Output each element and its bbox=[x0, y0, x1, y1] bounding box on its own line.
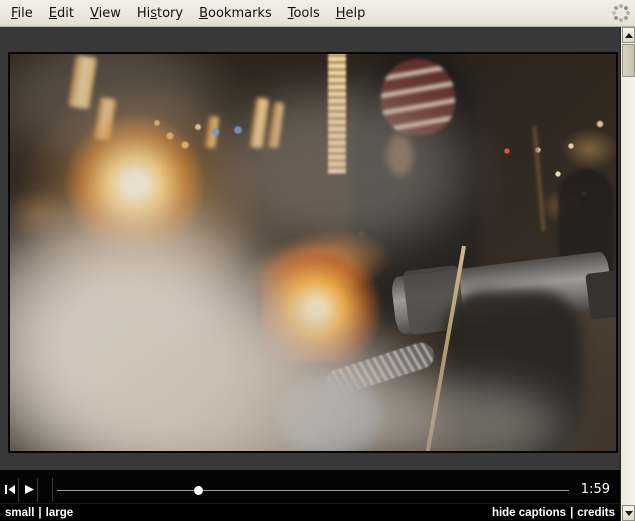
scrollbar-thumb[interactable] bbox=[622, 44, 635, 77]
vertical-scrollbar bbox=[620, 27, 635, 521]
timeline-thumb[interactable] bbox=[194, 486, 203, 495]
caption-bar: small | large hide captions | credits bbox=[0, 503, 620, 521]
skip-back-button[interactable] bbox=[2, 478, 19, 502]
menu-bar: File Edit View History Bookmarks Tools H… bbox=[0, 0, 635, 27]
size-links: small | large bbox=[5, 507, 73, 519]
player-controls: 1:59 bbox=[0, 477, 620, 502]
separator-text: | bbox=[570, 507, 573, 519]
slideshow-photo bbox=[8, 52, 618, 453]
play-button[interactable] bbox=[21, 478, 38, 502]
scroll-down-button[interactable] bbox=[622, 505, 635, 521]
browser-window: File Edit View History Bookmarks Tools H… bbox=[0, 0, 635, 521]
menu-help[interactable]: Help bbox=[328, 2, 374, 25]
timeline-slider[interactable] bbox=[57, 477, 569, 502]
caption-links: hide captions | credits bbox=[492, 507, 615, 519]
time-display: 1:59 bbox=[581, 482, 610, 497]
scroll-up-icon bbox=[625, 33, 633, 38]
menu-history[interactable]: History bbox=[129, 2, 191, 25]
player-control-bar: 1:59 bbox=[0, 470, 620, 503]
menu-tools[interactable]: Tools bbox=[280, 2, 328, 25]
scroll-down-icon bbox=[625, 511, 633, 516]
scroll-up-button[interactable] bbox=[622, 27, 635, 43]
play-icon bbox=[25, 485, 34, 494]
timeline-track[interactable] bbox=[57, 490, 569, 491]
separator-text: | bbox=[38, 507, 41, 519]
hide-captions-link[interactable]: hide captions bbox=[492, 507, 566, 519]
large-link[interactable]: large bbox=[46, 507, 74, 519]
small-link[interactable]: small bbox=[5, 507, 34, 519]
photo-haze-overlay bbox=[10, 54, 616, 451]
menu-bookmarks[interactable]: Bookmarks bbox=[191, 2, 280, 25]
scrollbar-track[interactable] bbox=[622, 43, 635, 505]
menu-file[interactable]: File bbox=[3, 2, 41, 25]
menu-edit[interactable]: Edit bbox=[41, 2, 82, 25]
menu-view[interactable]: View bbox=[82, 2, 129, 25]
skip-back-icon bbox=[5, 485, 15, 494]
credits-link[interactable]: credits bbox=[577, 507, 615, 519]
page-viewport: 1:59 small | large hide captions | credi… bbox=[0, 27, 620, 521]
control-separator bbox=[52, 478, 53, 502]
throbber-icon bbox=[611, 3, 631, 23]
